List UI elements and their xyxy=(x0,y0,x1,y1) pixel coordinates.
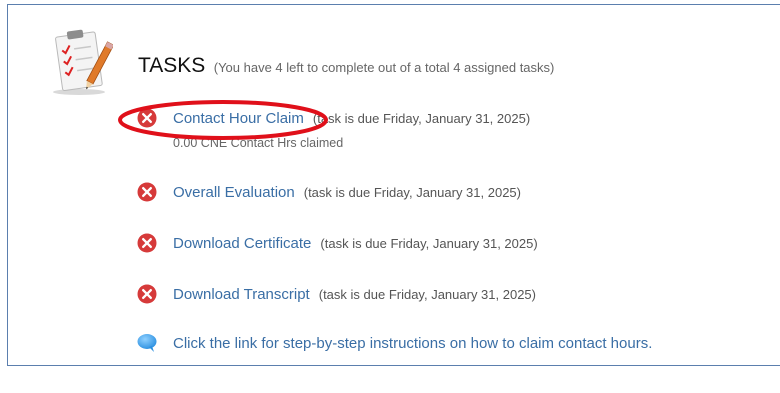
x-circle-icon xyxy=(137,182,157,202)
instructions-link[interactable]: Click the link for step-by-step instruct… xyxy=(173,335,652,352)
download-certificate-link[interactable]: Download Certificate xyxy=(173,235,311,252)
checklist-clipboard-icon xyxy=(53,29,113,95)
task-row-download-certificate: Download Certificate (task is due Friday… xyxy=(137,233,538,253)
task-row-contact-hour-claim: Contact Hour Claim (task is due Friday, … xyxy=(137,108,530,128)
task-due-date: (task is due Friday, January 31, 2025) xyxy=(320,235,538,251)
tasks-header: TASKS (You have 4 left to complete out o… xyxy=(138,54,554,78)
x-circle-icon xyxy=(137,233,157,253)
contact-hours-claimed-text: 0.00 CNE Contact Hrs claimed xyxy=(173,136,344,150)
overall-evaluation-link[interactable]: Overall Evaluation xyxy=(173,184,295,201)
download-transcript-link[interactable]: Download Transcript xyxy=(173,286,310,303)
speech-bubble-icon xyxy=(137,334,157,352)
tasks-title: TASKS xyxy=(138,54,206,77)
task-row-overall-evaluation: Overall Evaluation (task is due Friday, … xyxy=(137,182,521,202)
task-row-download-transcript: Download Transcript (task is due Friday,… xyxy=(137,284,536,304)
tasks-summary: (You have 4 left to complete out of a to… xyxy=(213,60,555,75)
x-circle-icon xyxy=(137,108,157,128)
contact-hour-claim-link[interactable]: Contact Hour Claim xyxy=(173,110,304,127)
task-due-date: (task is due Friday, January 31, 2025) xyxy=(318,286,536,302)
instructions-row: Click the link for step-by-step instruct… xyxy=(137,333,652,353)
x-circle-icon xyxy=(137,284,157,304)
task-due-date: (task is due Friday, January 31, 2025) xyxy=(312,110,531,126)
task-due-date: (task is due Friday, January 31, 2025) xyxy=(303,184,521,200)
